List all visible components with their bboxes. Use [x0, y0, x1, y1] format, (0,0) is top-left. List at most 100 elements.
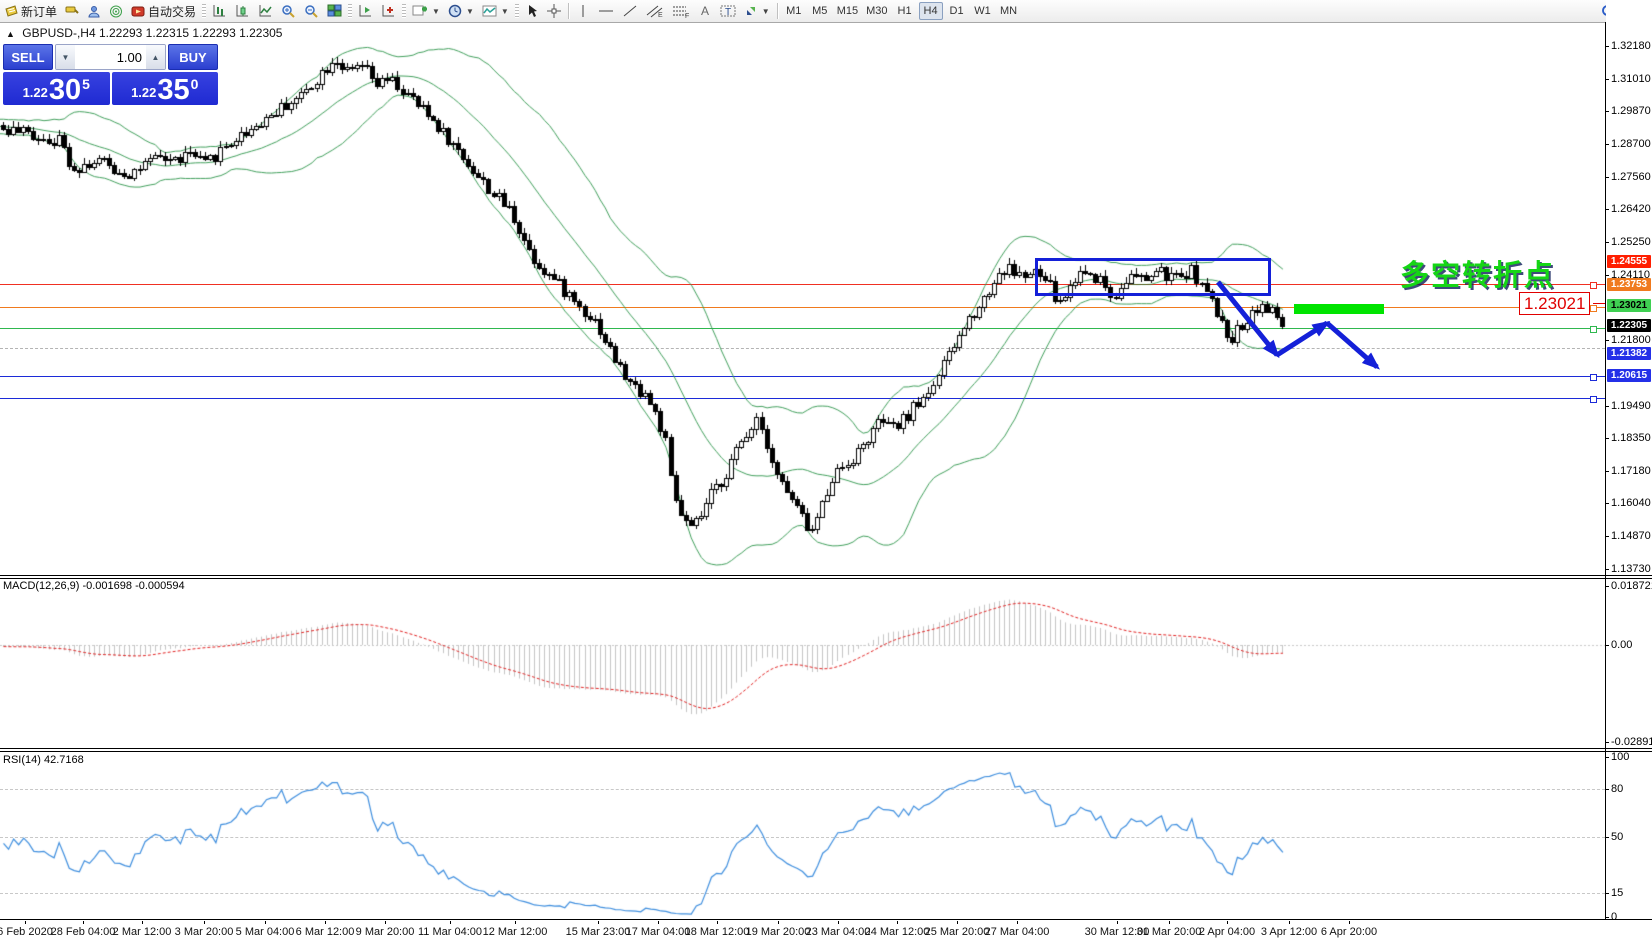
time-tick-mark — [598, 921, 599, 924]
fibonacci-icon: F — [672, 4, 690, 18]
shapes-tool-button[interactable]: ▼ — [741, 2, 773, 20]
chart-shift-button[interactable] — [378, 2, 399, 20]
zoom-out-button[interactable] — [301, 2, 322, 20]
price-axis[interactable]: 1.32180 1.31010 1.29870 1.28700 1.27560 1.264… — [1605, 0, 1652, 945]
time-label: 31 Mar 20:00 — [1136, 926, 1202, 938]
chart-bars-button[interactable] — [209, 2, 230, 20]
zoom-in-button[interactable] — [278, 2, 299, 20]
time-tick-mark — [142, 921, 143, 924]
arrow-annotations[interactable] — [0, 44, 1605, 597]
time-tick-mark — [1117, 921, 1118, 924]
crosshair-button[interactable] — [544, 2, 564, 20]
time-tick-mark — [838, 921, 839, 924]
buy-price-pips: 35 — [157, 74, 190, 106]
timeframe-group: M1 M5 M15 M30 H1 H4 D1 W1 MN — [781, 2, 1022, 20]
templates-button[interactable]: ▼ — [479, 2, 512, 20]
auto-scroll-button[interactable] — [355, 2, 376, 20]
buy-price-figure: 1.22 — [131, 85, 157, 100]
new-order-button[interactable]: 新订单 — [1, 2, 60, 20]
axis-tick-label: 1.25250 — [1611, 236, 1651, 248]
buy-button[interactable]: BUY — [168, 44, 218, 70]
rsi-indicator-label: RSI(14) 42.7168 — [3, 754, 84, 766]
axis-tick-label: 0.00 — [1611, 639, 1633, 651]
zoom-in-icon — [281, 4, 296, 18]
mt4-terminal: 新订单 自动交易 ▼ ▼ ▼ E F A T ▼ M1 M5 M15 M30 H… — [0, 0, 1652, 945]
vertical-line-icon — [578, 4, 588, 18]
svg-text:T: T — [725, 7, 731, 18]
timeframe-w1[interactable]: W1 — [971, 2, 995, 20]
periods-button[interactable]: ▼ — [445, 2, 477, 20]
timeframe-m5[interactable]: M5 — [808, 2, 832, 20]
timeframe-m1[interactable]: M1 — [782, 2, 806, 20]
price-badge-1.23021: 1.23021 — [1607, 299, 1651, 312]
pivot-annotation-text[interactable]: 多空转折点 — [1400, 252, 1555, 294]
clock-icon — [448, 4, 462, 18]
sell-button[interactable]: SELL — [3, 44, 53, 70]
timeframe-mn[interactable]: MN — [997, 2, 1021, 20]
toolbar-separator — [776, 3, 778, 19]
time-axis[interactable]: 6 Feb 2020 28 Feb 04:00 2 Mar 12:00 3 Mar 2… — [0, 921, 1605, 945]
time-label: 23 Mar 04:00 — [805, 926, 871, 938]
timeframe-h4[interactable]: H4 — [918, 2, 943, 20]
chart-line-button[interactable] — [255, 2, 276, 20]
chart-candles-button[interactable] — [232, 2, 253, 20]
macd-pane-canvas[interactable] — [0, 578, 1605, 748]
toolbar: 新订单 自动交易 ▼ ▼ ▼ E F A T ▼ M1 M5 M15 M30 H… — [0, 0, 1652, 23]
hline-tool-button[interactable] — [595, 2, 617, 20]
volume-input[interactable] — [75, 45, 146, 69]
time-label: 3 Apr 12:00 — [1260, 926, 1318, 938]
time-label: 27 Mar 04:00 — [984, 926, 1050, 938]
price-badge-1.24555: 1.24555 — [1607, 255, 1651, 268]
timeframe-m15[interactable]: M15 — [834, 2, 861, 20]
timeframe-m30[interactable]: M30 — [863, 2, 890, 20]
brush-icon — [65, 5, 79, 18]
volume-control: ▼ ▲ — [55, 44, 166, 70]
pane-separator[interactable] — [0, 575, 1652, 576]
tile-windows-button[interactable] — [324, 2, 345, 20]
volume-down-button[interactable]: ▼ — [56, 45, 75, 69]
time-tick-mark — [1289, 921, 1290, 924]
community-button[interactable] — [84, 2, 104, 20]
buy-price-display[interactable]: 1.22 35 0 — [111, 72, 218, 106]
consolidation-box[interactable] — [1035, 258, 1271, 296]
cursor-icon — [526, 4, 538, 18]
channel-tool-button[interactable]: E — [643, 2, 667, 20]
fibonacci-tool-button[interactable]: F — [669, 2, 693, 20]
sell-price-display[interactable]: 1.22 30 5 — [3, 72, 110, 105]
cursor-button[interactable] — [522, 2, 542, 20]
time-label: 6 Apr 20:00 — [1320, 926, 1378, 938]
new-order-icon — [4, 4, 18, 18]
trendline-tool-button[interactable] — [619, 2, 641, 20]
auto-scroll-icon — [358, 4, 373, 18]
time-label: 12 Mar 12:00 — [482, 926, 548, 938]
label-tool-button[interactable]: T — [717, 2, 739, 20]
time-tick-mark — [25, 921, 26, 924]
chart-area[interactable] — [0, 22, 1605, 945]
signals-button[interactable] — [106, 2, 126, 20]
timeframe-h1[interactable]: H1 — [893, 2, 917, 20]
text-tool-button[interactable]: A — [695, 2, 715, 20]
axis-tick-label: 1.17180 — [1611, 465, 1651, 477]
axis-tick-label: 1.18350 — [1611, 432, 1651, 444]
brush-button[interactable] — [62, 2, 82, 20]
time-label: 18 Mar 12:00 — [684, 926, 750, 938]
volume-up-button[interactable]: ▲ — [146, 45, 165, 69]
vline-tool-button[interactable] — [573, 2, 593, 20]
axis-tick-label: 80 — [1611, 783, 1624, 795]
svg-text:A: A — [701, 4, 709, 18]
axis-tick-label: 0.018721 — [1611, 580, 1652, 592]
chart-candles-icon — [235, 4, 250, 18]
support-zone-bar[interactable] — [1294, 304, 1384, 314]
pane-separator[interactable] — [0, 748, 1652, 749]
time-tick-mark — [658, 921, 659, 924]
channel-icon: E — [646, 4, 664, 18]
rsi-pane-canvas[interactable] — [0, 751, 1605, 919]
price-callout-label[interactable]: 1.23021 — [1519, 292, 1591, 315]
autotrading-button[interactable]: 自动交易 — [128, 2, 199, 20]
timeframe-d1[interactable]: D1 — [945, 2, 969, 20]
time-label: 19 Mar 20:00 — [745, 926, 811, 938]
indicators-button[interactable]: ▼ — [409, 2, 443, 20]
horizontal-line-icon — [598, 4, 614, 18]
time-tick-mark — [450, 921, 451, 924]
templates-icon — [482, 4, 497, 18]
